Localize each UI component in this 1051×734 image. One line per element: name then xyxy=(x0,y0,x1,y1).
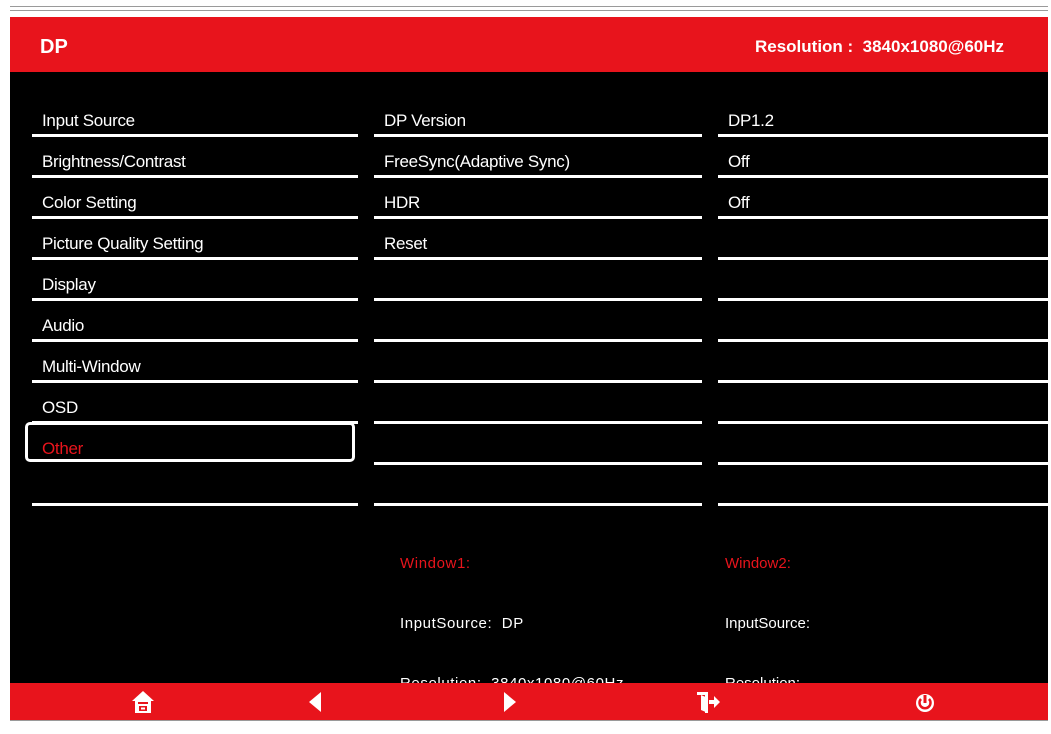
top-rule xyxy=(10,10,1048,11)
menu-item-input-source[interactable]: Input Source xyxy=(32,96,358,137)
osd-header: DP Resolution : 3840x1080@60Hz xyxy=(10,17,1048,72)
bottom-rule xyxy=(10,720,1048,721)
window1-input-source: InputSource: DP xyxy=(400,615,524,632)
value-empty xyxy=(718,260,1048,301)
menu-item-audio[interactable]: Audio xyxy=(32,301,358,342)
submenu-item-empty xyxy=(374,260,702,301)
menu-item-osd[interactable]: OSD xyxy=(32,383,358,424)
top-rule xyxy=(10,6,1048,7)
value-label: DP1.2 xyxy=(728,111,774,130)
submenu-item-reset[interactable]: Reset xyxy=(374,219,702,260)
submenu-item-empty xyxy=(374,342,702,383)
osd-menu: DP Resolution : 3840x1080@60Hz Input Sou… xyxy=(0,0,1051,724)
left-arrow-icon xyxy=(309,692,321,712)
submenu-item-empty xyxy=(374,383,702,424)
selection-highlight xyxy=(25,422,355,462)
menu-item-label: Audio xyxy=(42,316,84,335)
osd-body: Input Source Brightness/Contrast Color S… xyxy=(10,72,1048,692)
menu-item-label: OSD xyxy=(42,398,78,417)
value-hdr[interactable]: Off xyxy=(718,178,1048,219)
menu-item-multi-window[interactable]: Multi-Window xyxy=(32,342,358,383)
value-empty xyxy=(718,301,1048,342)
submenu-item-dp-version[interactable]: DP Version xyxy=(374,96,702,137)
submenu-item-label: HDR xyxy=(384,193,420,212)
window2-input-source: InputSource: xyxy=(725,615,811,632)
menu-item-label: Multi-Window xyxy=(42,357,141,376)
window1-heading: Window1: xyxy=(400,555,471,572)
right-arrow-icon xyxy=(504,692,516,712)
menu-item-label: Color Setting xyxy=(42,193,137,212)
menu-item-label: Brightness/Contrast xyxy=(42,152,186,171)
window2-heading: Window2: xyxy=(725,555,791,572)
left-button[interactable] xyxy=(300,687,330,717)
value-empty xyxy=(718,219,1048,260)
right-button[interactable] xyxy=(495,687,525,717)
submenu-item-freesync[interactable]: FreeSync(Adaptive Sync) xyxy=(374,137,702,178)
divider xyxy=(32,503,358,506)
exit-icon xyxy=(697,692,720,713)
submenu-item-label: DP Version xyxy=(384,111,466,130)
divider xyxy=(718,503,1048,506)
divider xyxy=(374,503,702,506)
power-button[interactable] xyxy=(910,687,940,717)
menu-item-empty xyxy=(32,465,358,506)
resolution-readout: Resolution : 3840x1080@60Hz xyxy=(754,37,1004,56)
home-button[interactable] xyxy=(128,687,158,717)
menu-item-display[interactable]: Display xyxy=(32,260,358,301)
value-label: Off xyxy=(728,193,750,212)
value-empty xyxy=(718,383,1048,424)
submenu-item-label: FreeSync(Adaptive Sync) xyxy=(384,152,570,171)
submenu-item-label: Reset xyxy=(384,234,427,253)
value-freesync[interactable]: Off xyxy=(718,137,1048,178)
menu-item-color-setting[interactable]: Color Setting xyxy=(32,178,358,219)
osd-footer xyxy=(10,683,1048,720)
input-title: DP xyxy=(40,36,68,58)
menu-item-label: Input Source xyxy=(42,111,135,130)
value-empty xyxy=(718,342,1048,383)
submenu-item-empty xyxy=(374,301,702,342)
menu-item-label: Display xyxy=(42,275,96,294)
menu-item-brightness-contrast[interactable]: Brightness/Contrast xyxy=(32,137,358,178)
power-icon xyxy=(916,694,934,712)
exit-button[interactable] xyxy=(693,687,723,717)
value-label: Off xyxy=(728,152,750,171)
menu-item-picture-quality[interactable]: Picture Quality Setting xyxy=(32,219,358,260)
submenu-item-empty xyxy=(374,465,702,506)
submenu-item-hdr[interactable]: HDR xyxy=(374,178,702,219)
value-empty xyxy=(718,465,1048,506)
submenu-item-empty xyxy=(374,424,702,465)
home-icon xyxy=(132,691,154,713)
value-dp-version[interactable]: DP1.2 xyxy=(718,96,1048,137)
menu-item-label: Picture Quality Setting xyxy=(42,234,204,253)
value-empty xyxy=(718,424,1048,465)
